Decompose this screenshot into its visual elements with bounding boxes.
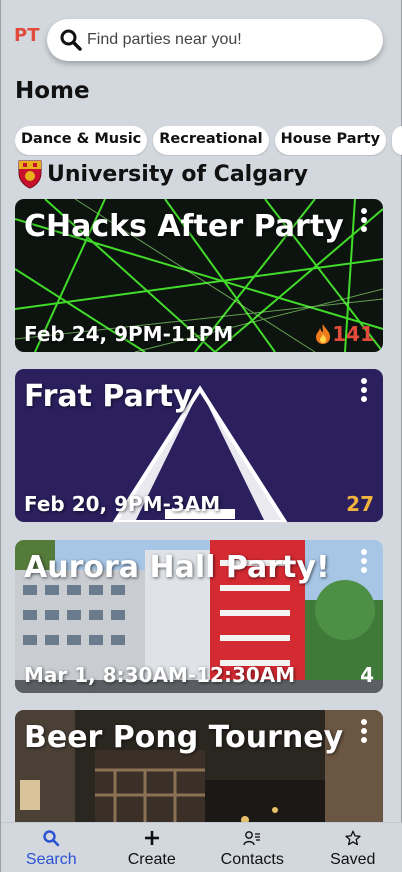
- nav-search[interactable]: Search: [1, 823, 102, 872]
- event-count-value: 141: [332, 322, 374, 346]
- search-bar[interactable]: [47, 19, 383, 61]
- event-date: Feb 24, 9PM-11PM: [24, 322, 234, 346]
- event-date: Mar 1, 8:30AM-12:30AM: [24, 663, 296, 687]
- event-title: Aurora Hall Party!: [24, 550, 330, 585]
- nav-label: Search: [25, 851, 77, 868]
- event-count: 141: [314, 322, 374, 346]
- search-input[interactable]: [87, 31, 367, 49]
- event-card[interactable]: CHacks After Party Feb 24, 9PM-11PM 141: [15, 199, 383, 352]
- page-title: Home: [15, 78, 90, 104]
- category-chips: Dance & Music Recreational House Party: [15, 126, 402, 156]
- event-feed[interactable]: CHacks After Party Feb 24, 9PM-11PM 141 …: [15, 199, 383, 822]
- search-icon: [59, 27, 85, 53]
- nav-saved[interactable]: Saved: [303, 823, 402, 872]
- crest-icon: [18, 160, 42, 189]
- event-title: Frat Party: [24, 379, 193, 414]
- event-count: 27: [346, 492, 374, 516]
- app-logo[interactable]: PT: [14, 25, 39, 46]
- event-card[interactable]: Beer Pong Tourney: [15, 710, 383, 822]
- nav-label: Contacts: [220, 851, 284, 868]
- fire-icon: [316, 324, 331, 344]
- event-count: 4: [360, 663, 374, 687]
- event-date: Feb 20, 9PM-3AM: [24, 492, 221, 516]
- contacts-icon: [243, 828, 261, 848]
- nav-contacts[interactable]: Contacts: [202, 823, 303, 872]
- top-bar: PT: [1, 0, 402, 70]
- nav-label: Create: [127, 851, 176, 868]
- event-card[interactable]: Aurora Hall Party! Mar 1, 8:30AM-12:30AM…: [15, 540, 383, 693]
- more-options-icon[interactable]: [361, 378, 369, 404]
- more-options-icon[interactable]: [361, 719, 369, 745]
- app-screen: PT Home Dance & MusicRecreationalHouse P…: [0, 0, 402, 872]
- bottom-nav: Search Create Contacts Saved: [1, 822, 402, 872]
- university-name: University of Calgary: [47, 161, 308, 187]
- event-count-value: 4: [360, 663, 374, 687]
- event-title: Beer Pong Tourney: [24, 720, 344, 755]
- event-title: CHacks After Party: [24, 209, 344, 244]
- more-options-icon[interactable]: [361, 549, 369, 575]
- chip-house-party[interactable]: House Party: [274, 126, 387, 155]
- event-count-value: 27: [346, 492, 374, 516]
- nav-create[interactable]: Create: [102, 823, 203, 872]
- event-card[interactable]: Frat Party Feb 20, 9PM-3AM 27: [15, 369, 383, 522]
- chip-recreational[interactable]: Recreational: [153, 126, 269, 155]
- nav-label: Saved: [330, 851, 376, 868]
- plus-icon: [144, 828, 160, 848]
- search-icon: [42, 828, 60, 848]
- star-icon: [345, 828, 361, 848]
- chip-more[interactable]: [392, 126, 402, 155]
- chip-dance-music[interactable]: Dance & Music: [15, 126, 148, 155]
- university-header: University of Calgary: [17, 158, 308, 190]
- more-options-icon[interactable]: [361, 208, 369, 234]
